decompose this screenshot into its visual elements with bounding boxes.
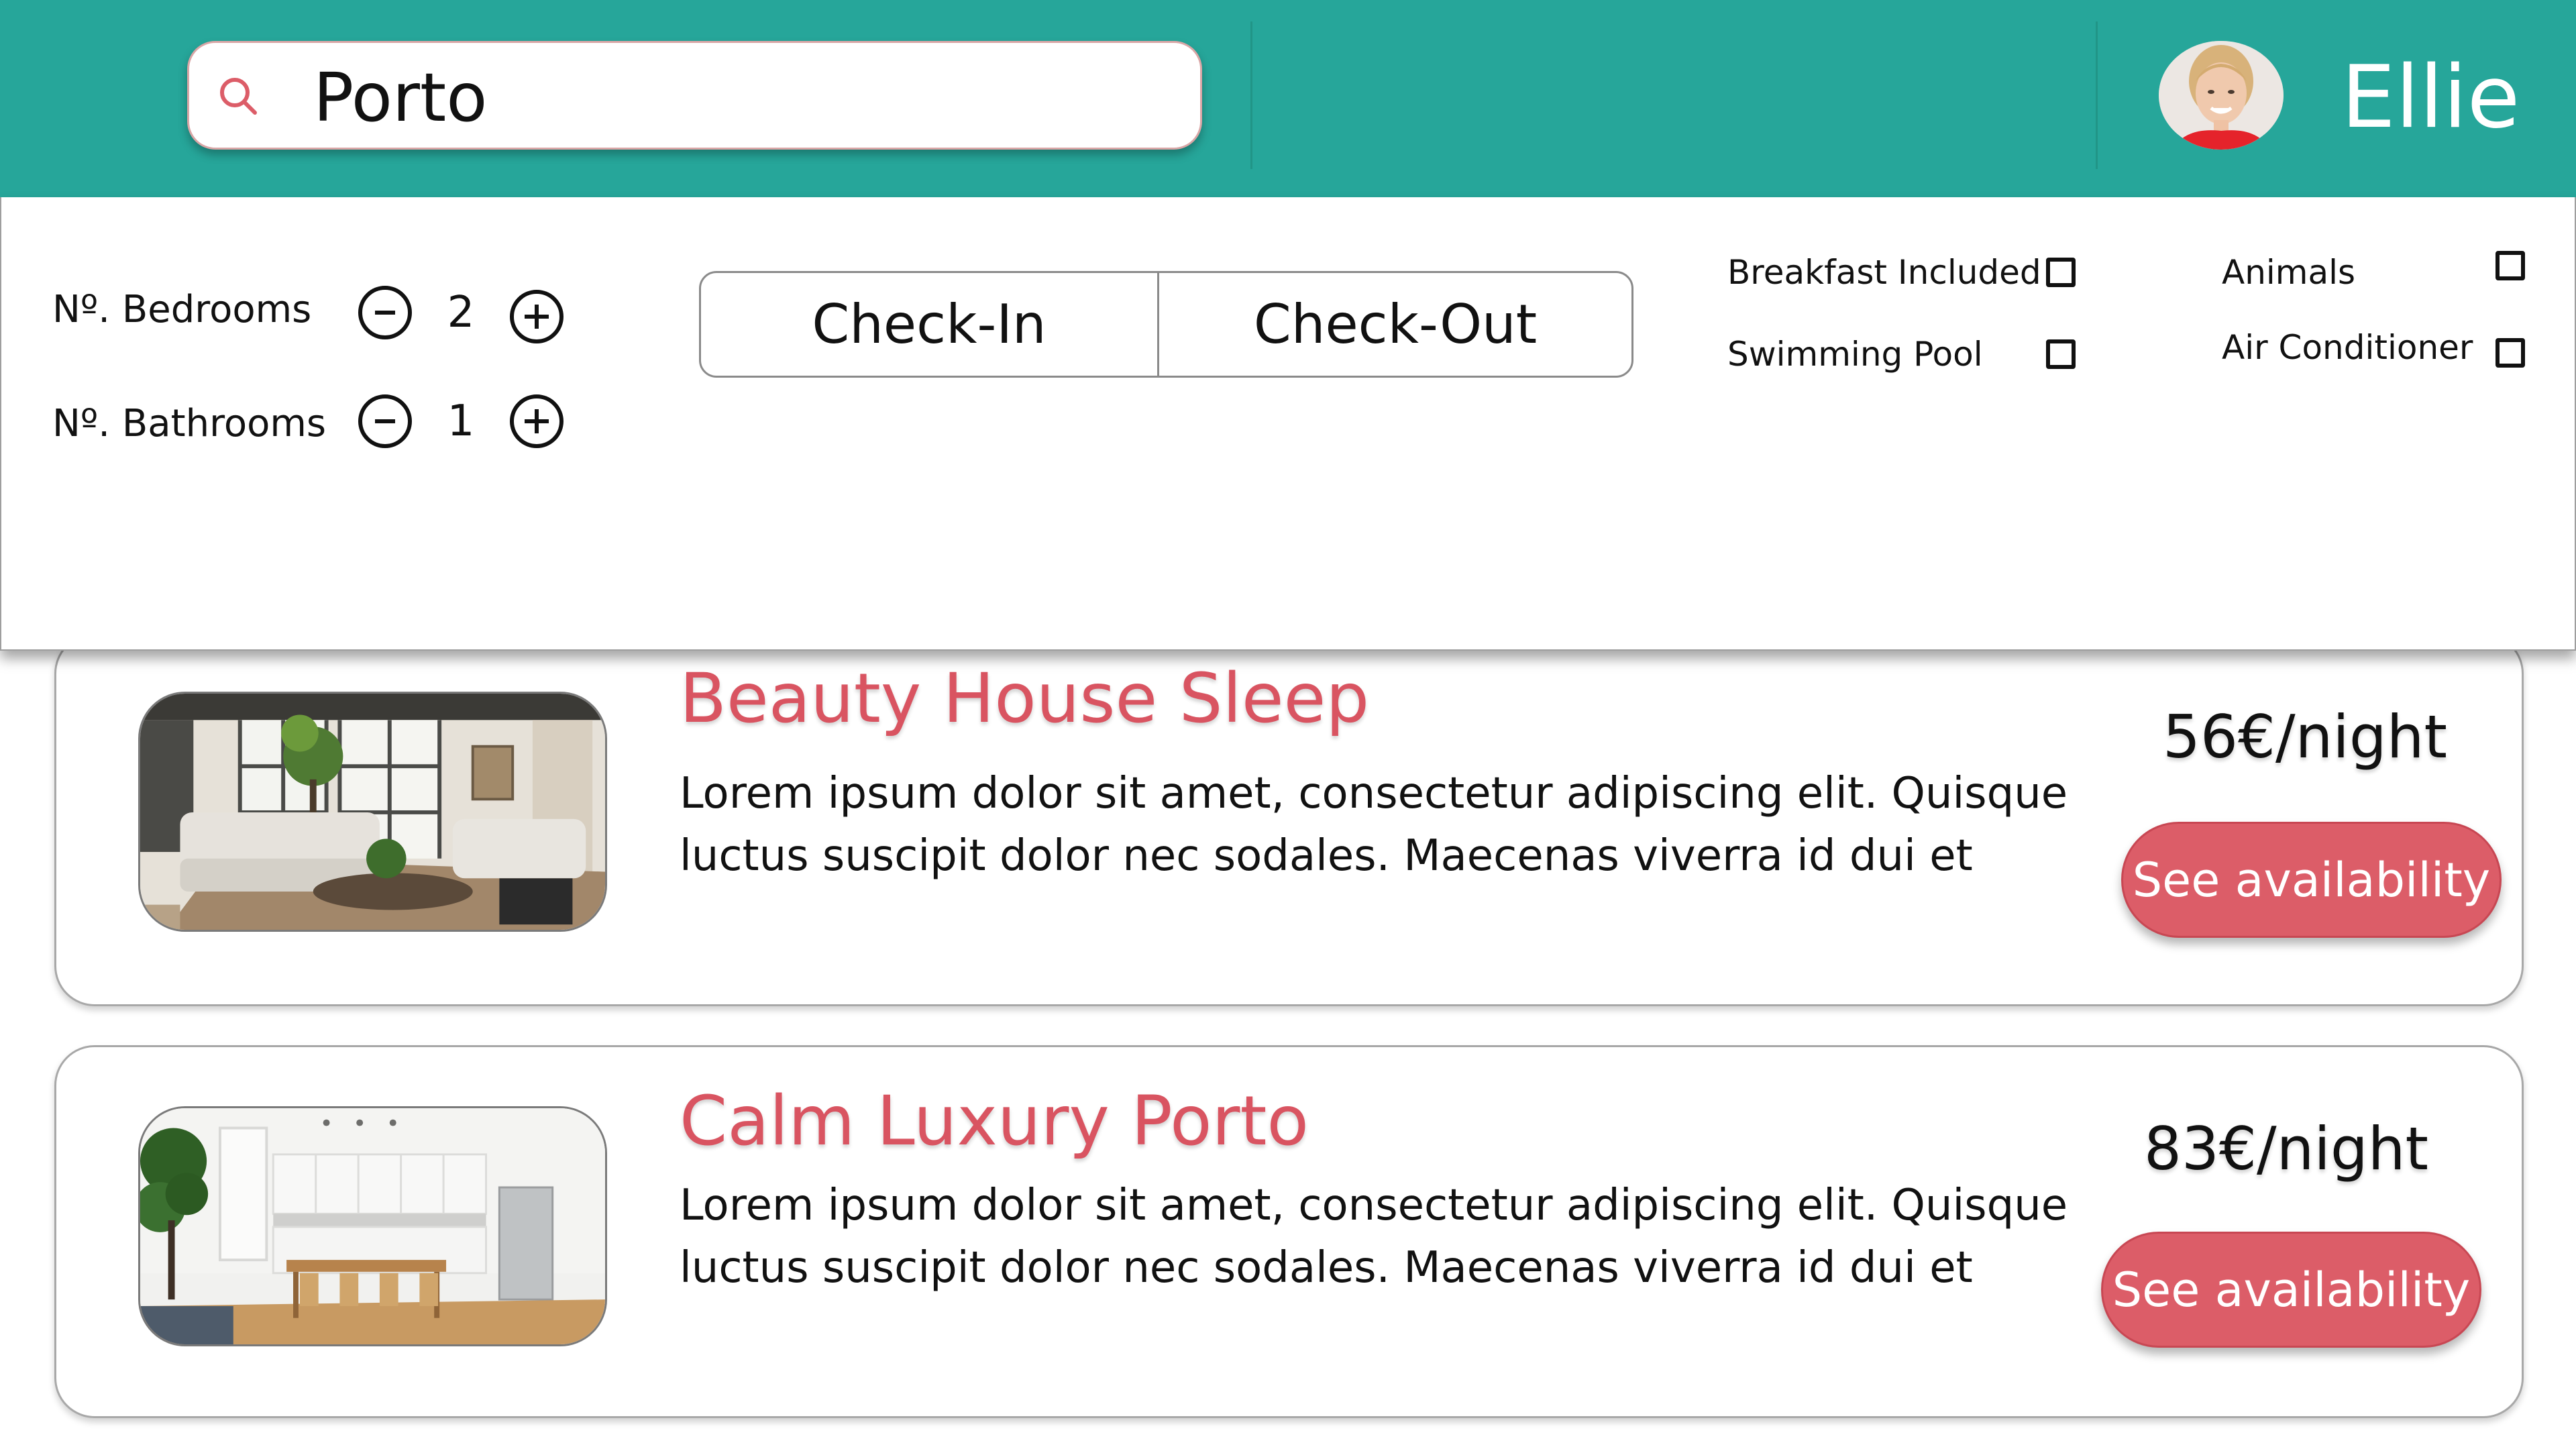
avatar-photo xyxy=(2159,41,2284,150)
see-availability-button[interactable]: See availability xyxy=(2101,1232,2481,1348)
listing-price: 56€/night xyxy=(2163,702,2447,771)
search-value[interactable]: Porto xyxy=(313,64,487,131)
search-icon xyxy=(220,78,257,115)
breakfast-checkbox[interactable] xyxy=(2046,258,2076,287)
date-range: Check-In Check-Out xyxy=(699,271,1633,378)
listing-description: Lorem ipsum dolor sit amet, consectetur … xyxy=(680,1181,2068,1293)
bedrooms-label: Nº. Bedrooms xyxy=(52,288,312,331)
kitchen-photo xyxy=(140,1108,605,1344)
check-in-button[interactable]: Check-In xyxy=(701,273,1159,376)
listing-price: 83€/night xyxy=(2144,1114,2428,1183)
check-out-button[interactable]: Check-Out xyxy=(1159,273,1631,376)
bathrooms-increment-button[interactable] xyxy=(508,393,565,449)
bedrooms-decrement-button[interactable] xyxy=(357,284,413,341)
bathrooms-value: 1 xyxy=(447,396,475,446)
listing-photo[interactable] xyxy=(138,1106,607,1346)
amenity-label-animals: Animals xyxy=(2222,253,2356,292)
header-divider xyxy=(2096,21,2098,169)
listing-title[interactable]: Beauty House Sleep xyxy=(680,662,1369,736)
bathrooms-label: Nº. Bathrooms xyxy=(52,402,327,445)
bedrooms-value: 2 xyxy=(447,288,475,337)
top-bar: Porto Ellie xyxy=(0,0,2576,197)
listing-photo[interactable] xyxy=(138,692,607,932)
animals-checkbox[interactable] xyxy=(2496,251,2525,280)
amenity-label-pool: Swimming Pool xyxy=(1727,335,1983,374)
living-room-photo xyxy=(140,694,605,930)
listing-card[interactable]: Calm Luxury Porto Lorem ipsum dolor sit … xyxy=(54,1045,2524,1418)
amenity-label-breakfast: Breakfast Included xyxy=(1727,253,2041,292)
pool-checkbox[interactable] xyxy=(2046,339,2076,369)
amenity-label-air-conditioner: Air Conditioner xyxy=(2222,328,2473,367)
listing-description: Lorem ipsum dolor sit amet, consectetur … xyxy=(680,769,2068,881)
listing-card[interactable]: Beauty House Sleep Lorem ipsum dolor sit… xyxy=(54,633,2524,1006)
username[interactable]: Ellie xyxy=(2341,55,2520,141)
bedrooms-increment-button[interactable] xyxy=(508,288,565,345)
bathrooms-decrement-button[interactable] xyxy=(357,393,413,449)
listing-title[interactable]: Calm Luxury Porto xyxy=(680,1085,1309,1159)
filter-panel: Nº. Bedrooms 2 Nº. Bathrooms 1 Check-In … xyxy=(0,197,2576,651)
avatar[interactable] xyxy=(2159,41,2284,150)
header-divider xyxy=(1250,21,1252,169)
air-conditioner-checkbox[interactable] xyxy=(2496,338,2525,368)
search-input[interactable]: Porto xyxy=(187,41,1202,150)
see-availability-button[interactable]: See availability xyxy=(2121,822,2502,938)
